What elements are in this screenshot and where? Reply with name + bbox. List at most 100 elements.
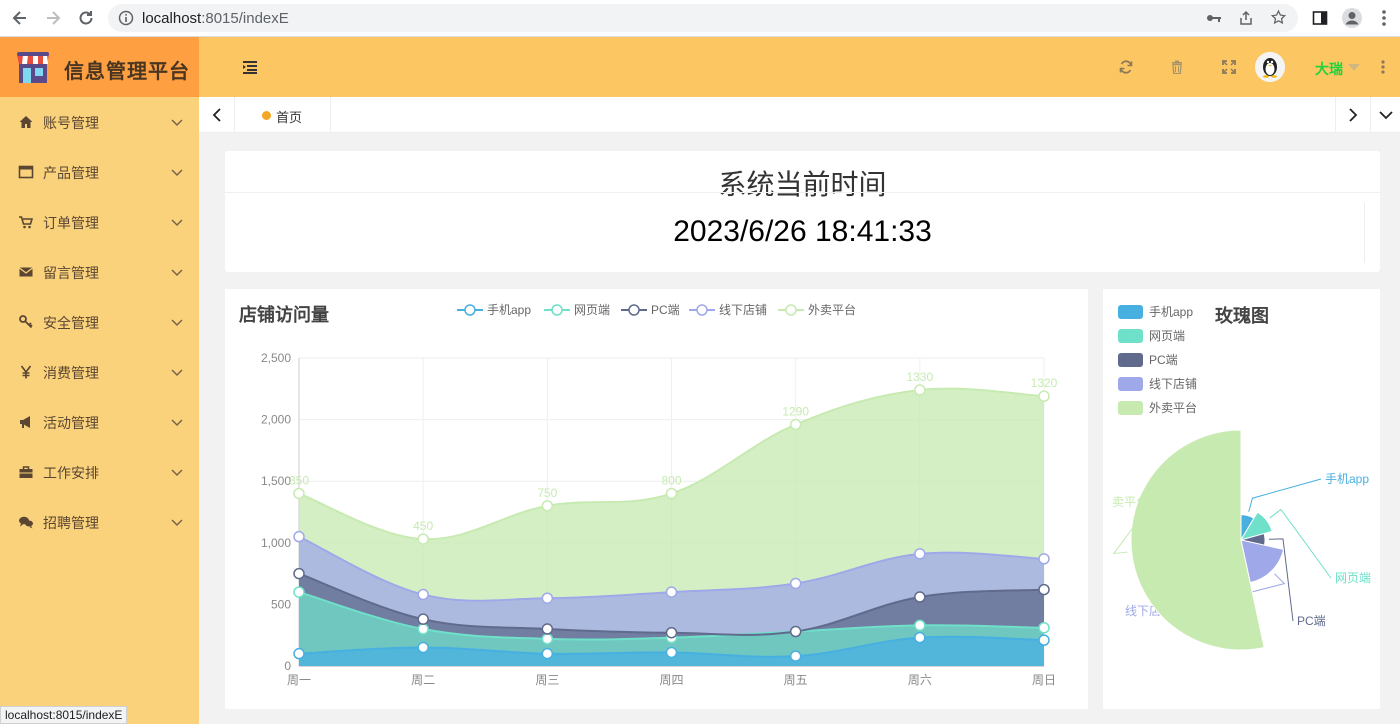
bullhorn-icon (20, 416, 30, 428)
x-tick-label: 周五 (784, 673, 808, 687)
x-tick-label: 周二 (411, 673, 435, 687)
reload-button[interactable] (74, 6, 98, 30)
browser-toolbar: localhost:8015/indexE (0, 0, 1400, 37)
sidebar-item-work[interactable]: 工作安排 (0, 447, 199, 497)
data-point (665, 646, 678, 659)
sidebar-item-order[interactable]: 订单管理 (0, 197, 199, 247)
sidebar-item-label: 留言管理 (43, 265, 99, 281)
profile-button[interactable] (1340, 6, 1364, 30)
share-icon[interactable] (1238, 10, 1254, 26)
username[interactable]: 大瑞 (1315, 59, 1343, 79)
sidebar-item-label: 订单管理 (43, 215, 99, 231)
data-point (541, 633, 554, 645)
clear-cache-button[interactable] (1167, 57, 1187, 77)
data-point (914, 548, 926, 560)
data-point (293, 586, 305, 598)
system-time-value: 2023/6/26 18:41:33 (673, 215, 932, 248)
reload-icon (79, 11, 93, 25)
sidebar-item-message[interactable]: 留言管理 (0, 247, 199, 297)
system-time-card: 系统当前时间 2023/6/26 18:41:33 (225, 151, 1380, 272)
data-point (914, 591, 926, 603)
arrow-left-icon (12, 11, 26, 25)
sidebar-item-consumption[interactable]: 消费管理 (0, 347, 199, 397)
url-text: localhost:8015/indexE (142, 10, 289, 27)
tabs-dropdown-button[interactable] (1371, 97, 1400, 133)
tab-home[interactable]: 首页 (235, 97, 331, 133)
y-tick-label: 2,000 (261, 413, 291, 427)
sidebar-item-activity[interactable]: 活动管理 (0, 397, 199, 447)
chevron-down-icon (171, 519, 183, 527)
store-visits-card: 店铺访问量 手机app 网页端 PC端 线下店铺 外卖平台 0 500 1,000 1,500… (225, 289, 1088, 709)
sidebar-item-product[interactable]: 产品管理 (0, 147, 199, 197)
data-point (417, 588, 429, 601)
refresh-icon (1119, 60, 1133, 74)
key-icon[interactable] (1206, 11, 1222, 25)
sidebar-item-account[interactable]: 账号管理 (0, 97, 199, 147)
more-options-icon[interactable] (1380, 59, 1386, 75)
envelope-icon (19, 267, 33, 277)
data-label: 750 (537, 486, 557, 500)
sidebar-item-security[interactable]: 安全管理 (0, 297, 199, 347)
sidebar-item-label: 产品管理 (43, 165, 99, 181)
data-point (914, 384, 926, 396)
sidebar-item-recruit[interactable]: 招聘管理 (0, 497, 199, 547)
data-point (1038, 634, 1050, 646)
refresh-button[interactable] (1116, 57, 1136, 77)
data-point (417, 613, 429, 625)
caret-down-icon[interactable] (1348, 64, 1360, 71)
slice-label-leader (1248, 478, 1322, 512)
back-button[interactable] (8, 6, 32, 30)
side-panel-icon (1312, 11, 1328, 25)
address-bar[interactable]: localhost:8015/indexE (108, 4, 1298, 32)
shop-logo-icon (17, 52, 49, 83)
divider (1364, 203, 1365, 263)
forward-button[interactable] (41, 6, 65, 30)
rose-chart: 手机app网页端PC端线下店铺卖平台 (1112, 429, 1371, 651)
data-label: 450 (413, 519, 433, 533)
data-label: 800 (661, 474, 681, 488)
fullscreen-button[interactable] (1219, 57, 1239, 77)
y-tick-label: 2,500 (261, 351, 291, 365)
data-point (293, 487, 305, 500)
sidebar-item-label: 账号管理 (43, 115, 99, 131)
side-panel-button[interactable] (1308, 6, 1332, 30)
chevron-down-icon (171, 269, 183, 277)
sidebar-toggle-button[interactable] (240, 57, 260, 77)
tabs-scroll-left-button[interactable] (199, 97, 235, 133)
data-point (665, 586, 678, 598)
tabs-scroll-right-button[interactable] (1335, 97, 1371, 133)
data-point (665, 626, 678, 639)
data-point (789, 418, 802, 431)
data-point (541, 647, 554, 660)
data-label: 1290 (782, 405, 809, 419)
data-point (789, 577, 802, 590)
data-label: 1330 (906, 370, 933, 384)
divider (225, 192, 1380, 193)
data-point (417, 623, 429, 635)
chevron-down-icon (171, 369, 183, 377)
logo-bar: 信息管理平台 (0, 37, 199, 97)
data-point (665, 487, 678, 500)
sidebar-item-label: 安全管理 (43, 315, 99, 331)
data-label: 350 (289, 474, 309, 488)
star-icon[interactable] (1270, 9, 1287, 26)
avatar[interactable] (1255, 52, 1285, 82)
y-tick-label: 0 (284, 659, 291, 673)
system-time-title: 系统当前时间 (718, 169, 887, 200)
chevron-down-icon (171, 169, 183, 177)
briefcase-icon (19, 466, 33, 478)
data-point (1038, 390, 1050, 402)
chevron-down-icon (171, 119, 183, 127)
x-tick-label: 周三 (535, 673, 559, 687)
data-point (541, 623, 554, 635)
chevron-down-icon (1378, 111, 1393, 120)
data-point (541, 500, 554, 512)
y-tick-label: 1,500 (261, 474, 291, 488)
browser-menu-button[interactable] (1372, 6, 1396, 30)
x-tick-label: 周日 (1032, 673, 1056, 687)
x-tick-label: 周一 (287, 673, 311, 687)
data-point (417, 641, 429, 654)
chevron-left-icon (212, 108, 221, 122)
info-icon[interactable] (118, 10, 134, 26)
data-point (293, 567, 305, 580)
